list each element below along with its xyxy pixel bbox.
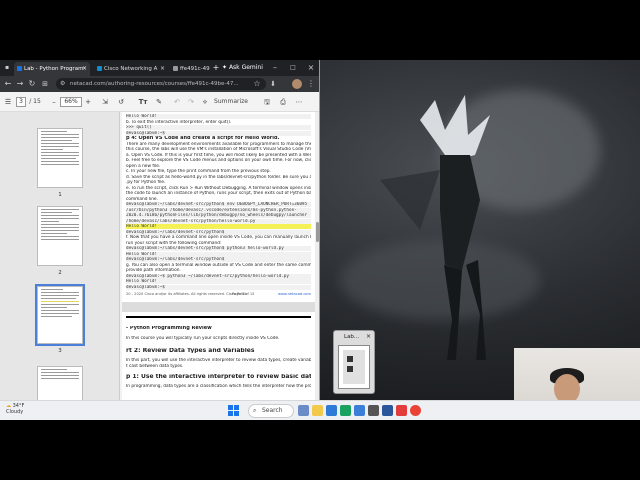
tab-lab-python[interactable]: Lab - Python Program ×: [14, 62, 90, 76]
download-icon[interactable]: ⬇: [268, 79, 278, 89]
doc-line: p 1: Use the interactive interpreter to …: [126, 374, 311, 380]
maximize-icon[interactable]: □: [288, 63, 298, 73]
thumbnail-number: 2: [58, 270, 62, 276]
search-icon: ⌕: [253, 407, 257, 414]
tab-resource[interactable]: ffe491c-49be-47: [170, 62, 210, 76]
search-label: Search: [262, 407, 283, 414]
doc-line: rt 2: Review Data Types and Variables: [126, 348, 255, 354]
menu-icon[interactable]: ⋮: [306, 79, 316, 89]
thumbnail-page-1[interactable]: [37, 128, 83, 188]
tab-label: ffe491c-49be-47: [180, 66, 210, 72]
pdf-page: Hello World! b. To exit the interactive i…: [122, 112, 315, 400]
task-view-icon[interactable]: [298, 405, 309, 416]
minimize-icon[interactable]: –: [270, 63, 280, 73]
vertical-scrollbar[interactable]: [315, 112, 319, 400]
new-tab-icon[interactable]: +: [211, 63, 221, 73]
page-number-input[interactable]: 3: [16, 97, 26, 107]
doc-line: devasc@labvm:~$: [126, 284, 311, 290]
fit-page-icon[interactable]: ⇲: [100, 96, 110, 108]
ask-gemini-button[interactable]: ✦ Ask Gemini: [222, 62, 263, 74]
more-icon[interactable]: ⋯: [294, 96, 304, 108]
preview-thumbnail: [338, 345, 370, 389]
reload-icon[interactable]: ↻: [27, 79, 37, 89]
doc-line: - Python Programming Review: [126, 326, 212, 331]
thumbnail-page-4[interactable]: [37, 366, 83, 400]
edge-icon[interactable]: [354, 405, 365, 416]
tab-label: Cisco Networking A: [104, 66, 158, 72]
taskbar-preview[interactable]: Lab... ×: [333, 330, 375, 394]
screen: ▪ Lab - Python Program × Cisco Networkin…: [0, 0, 640, 480]
undo-icon[interactable]: ↶: [172, 96, 182, 108]
close-icon[interactable]: ×: [82, 62, 87, 76]
record-icon[interactable]: [396, 405, 407, 416]
word-icon[interactable]: [382, 405, 393, 416]
tab-favicon-icon: [97, 66, 102, 71]
window-close-icon[interactable]: ×: [306, 63, 316, 73]
address-bar-row: ← → ↻ ⊞ ⚙ netacad.com/authoring-resource…: [0, 76, 319, 92]
ai-icon: ⟡: [202, 98, 208, 106]
text-icon[interactable]: Tт: [138, 96, 148, 108]
summarize-button[interactable]: Summarize: [214, 96, 248, 108]
thumbnail-page-2[interactable]: [37, 206, 83, 266]
url-field[interactable]: ⚙ netacad.com/authoring-resources/course…: [56, 78, 266, 90]
footer-page: Page 3 of 15: [232, 292, 255, 296]
rotate-icon[interactable]: ↺: [116, 96, 126, 108]
back-icon[interactable]: ←: [3, 79, 13, 89]
doc-line: In this part, you will use the interacti…: [126, 358, 311, 363]
thumbnail-number: 3: [58, 348, 62, 354]
chrome-alt-icon[interactable]: [410, 405, 421, 416]
tab-label: Lab - Python Program: [24, 66, 84, 72]
star-icon[interactable]: ☆: [252, 79, 262, 89]
thumbnail-number: 1: [58, 192, 62, 198]
site-info-icon[interactable]: ⚙: [60, 78, 65, 90]
header-rule: [126, 316, 311, 318]
tab-bar: ▪ Lab - Python Program × Cisco Networkin…: [0, 60, 319, 76]
sidebar-toggle-icon[interactable]: ☰: [3, 96, 13, 108]
page-gap: [122, 302, 315, 312]
start-button[interactable]: [228, 405, 240, 417]
browser-window: ▪ Lab - Python Program × Cisco Networkin…: [0, 60, 320, 400]
tab-favicon-icon: [173, 66, 178, 71]
save-icon[interactable]: 🖫: [262, 96, 272, 108]
chrome-icon[interactable]: [340, 405, 351, 416]
print-icon[interactable]: ⎙: [278, 96, 288, 108]
weather-desc: Cloudy: [6, 409, 24, 415]
zoom-input[interactable]: 66%: [60, 97, 82, 107]
taskbar: ☁ 34°F Cloudy ⌕ Search: [0, 400, 640, 420]
mail-icon[interactable]: [326, 405, 337, 416]
file-explorer-icon[interactable]: [312, 405, 323, 416]
taskbar-search[interactable]: ⌕ Search: [248, 404, 294, 418]
doc-line: In programming, data types are a classif…: [126, 384, 311, 389]
redo-icon[interactable]: ↷: [186, 96, 196, 108]
doc-line: In this course you will typically run yo…: [126, 336, 280, 341]
avatar[interactable]: [292, 79, 302, 89]
gemini-icon: ✦: [222, 64, 228, 71]
forward-icon[interactable]: →: [15, 79, 25, 89]
page-total: / 15: [29, 98, 41, 105]
letterbox-bottom: [0, 420, 640, 480]
doc-line: t cast between data types.: [126, 364, 184, 369]
thumbnail-page-3[interactable]: [35, 284, 85, 346]
tabs-icon[interactable]: ⊞: [40, 79, 50, 89]
draw-icon[interactable]: ✎: [154, 96, 164, 108]
tab-list-icon[interactable]: ▪: [2, 63, 12, 73]
ask-gemini-label: Ask Gemini: [228, 64, 263, 71]
settings-icon[interactable]: [368, 405, 379, 416]
pdf-toolbar: ☰ 3 / 15 – 66% + ⇲ ↺ Tт ✎ ↶ ↷ ⟡ Summariz…: [0, 92, 319, 112]
zoom-in-icon[interactable]: +: [84, 96, 92, 108]
footer-link[interactable]: www.netacad.com: [278, 292, 312, 297]
zoom-out-icon[interactable]: –: [50, 96, 58, 108]
tab-favicon-icon: [17, 66, 22, 71]
url-text: netacad.com/authoring-resources/courses/…: [70, 81, 239, 87]
tab-cisco-networking[interactable]: Cisco Networking A ×: [94, 62, 168, 76]
close-icon[interactable]: ×: [366, 333, 371, 340]
preview-label: Lab...: [344, 334, 360, 340]
close-icon[interactable]: ×: [160, 62, 165, 76]
scrollbar-thumb[interactable]: [316, 222, 319, 242]
weather-widget[interactable]: ☁ 34°F Cloudy: [6, 403, 24, 415]
thumbnail-pane: 1 2 3: [0, 112, 120, 400]
